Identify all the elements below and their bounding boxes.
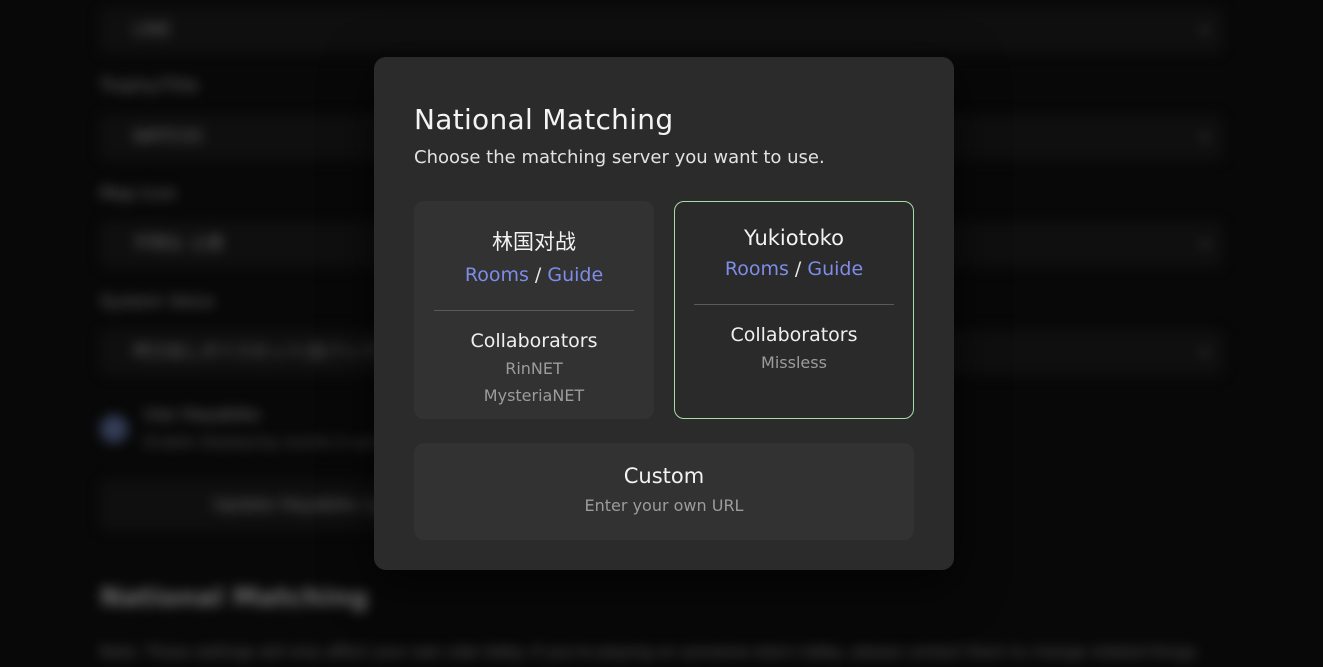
custom-card-title: Custom xyxy=(414,464,914,488)
modal-title: National Matching xyxy=(414,103,914,136)
card-divider xyxy=(434,310,634,311)
rooms-link[interactable]: Rooms xyxy=(725,258,789,280)
guide-link[interactable]: Guide xyxy=(807,258,863,280)
custom-server-card[interactable]: Custom Enter your own URL xyxy=(414,443,914,540)
server-links: Rooms / Guide xyxy=(675,258,913,280)
collaborators-label: Collaborators xyxy=(414,330,654,352)
server-name: Yukiotoko xyxy=(675,226,913,250)
server-card-linguo[interactable]: 林国对战 Rooms / Guide Collaborators RinNET … xyxy=(414,201,654,419)
server-card-yukiotoko[interactable]: Yukiotoko Rooms / Guide Collaborators Mi… xyxy=(674,201,914,419)
links-separator: / xyxy=(529,264,547,286)
card-divider xyxy=(694,304,894,305)
rooms-link[interactable]: Rooms xyxy=(465,264,529,286)
collaborators-label: Collaborators xyxy=(675,324,913,346)
national-matching-modal: National Matching Choose the matching se… xyxy=(374,57,954,570)
server-name: 林国对战 xyxy=(414,226,654,256)
custom-card-subtitle: Enter your own URL xyxy=(414,496,914,515)
collaborator-name: RinNET xyxy=(414,358,654,379)
guide-link[interactable]: Guide xyxy=(547,264,603,286)
collaborator-name: Missless xyxy=(675,352,913,373)
server-links: Rooms / Guide xyxy=(414,264,654,286)
server-options: 林国对战 Rooms / Guide Collaborators RinNET … xyxy=(414,201,914,419)
page: LINE ▾ Trophy/Title NMTC05 ▾ Map Icon 不明… xyxy=(0,0,1323,667)
collaborator-name: MysteriaNET xyxy=(414,385,654,406)
links-separator: / xyxy=(789,258,807,280)
modal-subtitle: Choose the matching server you want to u… xyxy=(414,147,914,168)
